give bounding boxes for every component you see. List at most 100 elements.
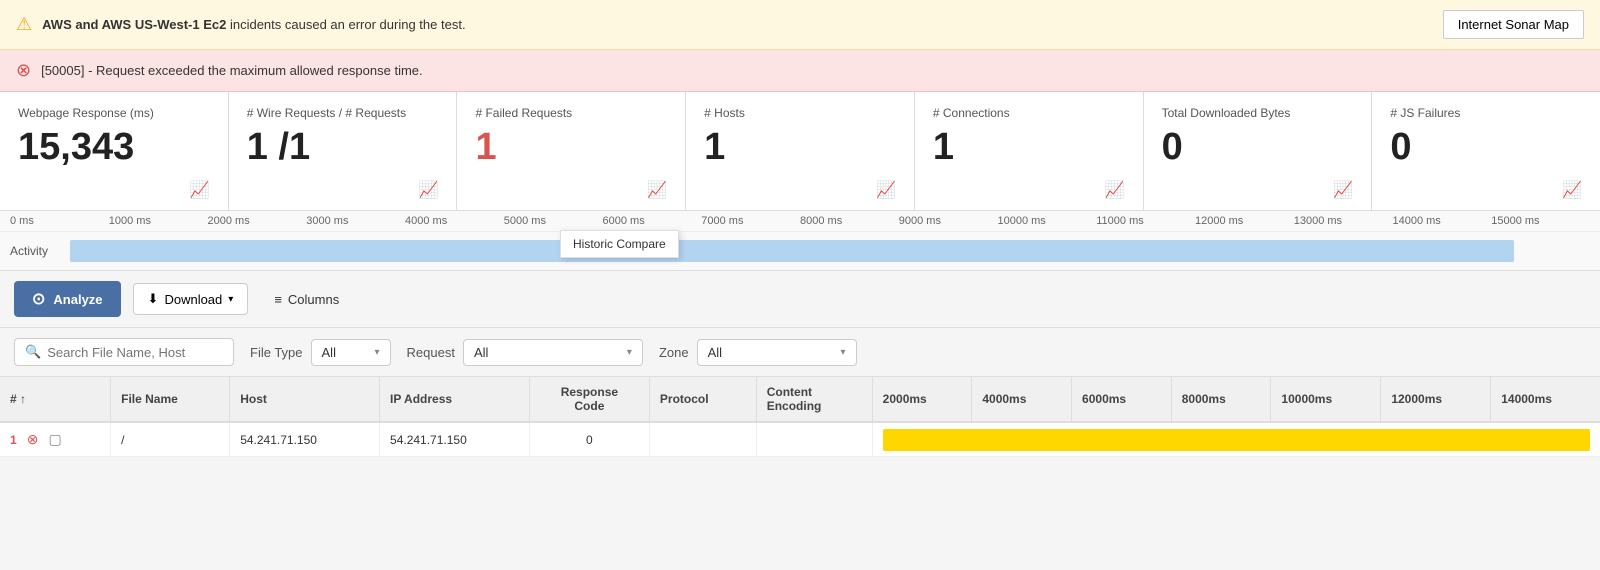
metric-label-hosts: # Hosts	[704, 106, 745, 120]
timeline-label: 14000 ms	[1393, 211, 1492, 231]
download-chevron-icon: ▾	[228, 294, 233, 305]
download-label: Download	[164, 292, 222, 307]
metric-card-wire-requests: # Wire Requests / # Requests 1 /1 📈	[229, 92, 458, 210]
col-filename: File Name	[111, 377, 230, 422]
metric-card-js-failures: # JS Failures 0 📈	[1372, 92, 1600, 210]
col-protocol: Protocol	[649, 377, 756, 422]
timeline-label: 5000 ms	[504, 211, 603, 231]
warning-banner: ⚠ AWS and AWS US-West-1 Ec2 incidents ca…	[0, 0, 1600, 50]
col-t4000: 4000ms	[972, 377, 1072, 422]
activity-label: Activity	[10, 244, 70, 258]
metric-label-wire-requests: # Wire Requests / # Requests	[247, 106, 406, 120]
filters-row: 🔍 File Type All ▾ Request All ▾ Zone All…	[0, 328, 1600, 377]
timeline-label: 4000 ms	[405, 211, 504, 231]
metric-card-hosts: # Hosts 1 📈	[686, 92, 915, 210]
document-icon: ▢	[48, 431, 61, 447]
col-t8000: 8000ms	[1171, 377, 1271, 422]
chart-icon-downloaded-bytes[interactable]: 📈	[1333, 180, 1353, 200]
metric-label-downloaded-bytes: Total Downloaded Bytes	[1162, 106, 1291, 120]
table-header-row: # ↑ File Name Host IP Address ResponseCo…	[0, 377, 1600, 422]
metric-value-failed-requests: 1	[475, 128, 496, 166]
search-box[interactable]: 🔍	[14, 338, 234, 366]
cell-timeline	[872, 422, 1600, 457]
col-response-code: ResponseCode	[529, 377, 649, 422]
metric-label-failed-requests: # Failed Requests	[475, 106, 572, 120]
col-t6000: 6000ms	[1072, 377, 1172, 422]
col-num: # ↑	[0, 377, 111, 422]
timeline-label: 13000 ms	[1294, 211, 1393, 231]
metric-value-webpage-response: 15,343	[18, 128, 134, 166]
warning-icon: ⚠	[16, 14, 32, 35]
chart-icon-connections[interactable]: 📈	[1105, 180, 1125, 200]
columns-icon: ≡	[274, 292, 282, 307]
timeline-label: 11000 ms	[1096, 211, 1195, 231]
cell-content-encoding	[756, 422, 872, 457]
timeline-label: 8000 ms	[800, 211, 899, 231]
zone-value: All	[708, 345, 722, 360]
col-t14000: 14000ms	[1491, 377, 1600, 422]
activity-bar	[70, 240, 1514, 262]
table-section: # ↑ File Name Host IP Address ResponseCo…	[0, 377, 1600, 457]
col-host: Host	[230, 377, 380, 422]
metric-card-failed-requests: # Failed Requests 1 📈	[457, 92, 686, 210]
col-t10000: 10000ms	[1271, 377, 1381, 422]
metric-card-connections: # Connections 1 📈	[915, 92, 1144, 210]
search-input[interactable]	[47, 345, 223, 360]
metric-label-connections: # Connections	[933, 106, 1010, 120]
error-banner: ⊗ [50005] - Request exceeded the maximum…	[0, 50, 1600, 92]
col-t2000: 2000ms	[872, 377, 972, 422]
cell-host: 54.241.71.150	[230, 422, 380, 457]
chart-icon-webpage-response[interactable]: 📈	[190, 180, 210, 200]
col-ip: IP Address	[380, 377, 530, 422]
analyze-button[interactable]: ⊙ Analyze	[14, 281, 121, 317]
search-icon: 🔍	[25, 344, 41, 360]
chart-icon-hosts[interactable]: 📈	[876, 180, 896, 200]
request-value: All	[474, 345, 488, 360]
metric-card-webpage-response: Webpage Response (ms) 15,343 📈	[0, 92, 229, 210]
request-select[interactable]: All ▾	[463, 339, 643, 366]
request-filter: Request All ▾	[407, 339, 643, 366]
timeline-label: 15000 ms	[1491, 211, 1590, 231]
download-button[interactable]: ⬇ Download ▾	[133, 283, 249, 315]
timeline-label: 0 ms	[10, 211, 109, 231]
table-row: 1 ⊗ ▢ / 54.241.71.150 54.241.71.150 0	[0, 422, 1600, 457]
cell-ip: 54.241.71.150	[380, 422, 530, 457]
toolbar: ⊙ Analyze ⬇ Download ▾ ≡ Columns	[0, 271, 1600, 328]
zone-select[interactable]: All ▾	[697, 339, 857, 366]
metric-value-js-failures: 0	[1390, 128, 1411, 166]
warning-text: AWS and AWS US-West-1 Ec2 incidents caus…	[42, 17, 465, 32]
timeline-label: 12000 ms	[1195, 211, 1294, 231]
data-table: # ↑ File Name Host IP Address ResponseCo…	[0, 377, 1600, 457]
timeline-label: 9000 ms	[899, 211, 998, 231]
file-type-label: File Type	[250, 345, 303, 360]
zone-chevron-icon: ▾	[841, 347, 846, 358]
timeline-labels: 0 ms1000 ms2000 ms3000 ms4000 ms5000 ms6…	[0, 211, 1600, 232]
timeline-label: 6000 ms	[603, 211, 702, 231]
chart-icon-js-failures[interactable]: 📈	[1562, 180, 1582, 200]
error-icon: ⊗	[27, 431, 39, 447]
file-type-select[interactable]: All ▾	[311, 339, 391, 366]
cell-filename: /	[111, 422, 230, 457]
error-icon: ⊗	[16, 60, 31, 81]
row-number: 1	[10, 433, 17, 447]
download-icon: ⬇	[148, 291, 159, 307]
timeline-label: 10000 ms	[998, 211, 1097, 231]
zone-filter: Zone All ▾	[659, 339, 857, 366]
col-t12000: 12000ms	[1381, 377, 1491, 422]
file-type-filter: File Type All ▾	[250, 339, 391, 366]
zone-label: Zone	[659, 345, 689, 360]
timeline-activity: Activity Historic Compare	[0, 232, 1600, 270]
metric-card-downloaded-bytes: Total Downloaded Bytes 0 📈	[1144, 92, 1373, 210]
columns-button[interactable]: ≡ Columns	[260, 285, 353, 314]
col-content-encoding: ContentEncoding	[756, 377, 872, 422]
cell-protocol	[649, 422, 756, 457]
analyze-label: Analyze	[53, 292, 102, 307]
timeline-label: 7000 ms	[701, 211, 800, 231]
timeline-label: 1000 ms	[109, 211, 208, 231]
request-label: Request	[407, 345, 455, 360]
chart-icon-failed-requests[interactable]: 📈	[647, 180, 667, 200]
cell-num: 1 ⊗ ▢	[0, 422, 111, 457]
internet-sonar-button[interactable]: Internet Sonar Map	[1443, 10, 1584, 39]
metric-value-connections: 1	[933, 128, 954, 166]
chart-icon-wire-requests[interactable]: 📈	[419, 180, 439, 200]
